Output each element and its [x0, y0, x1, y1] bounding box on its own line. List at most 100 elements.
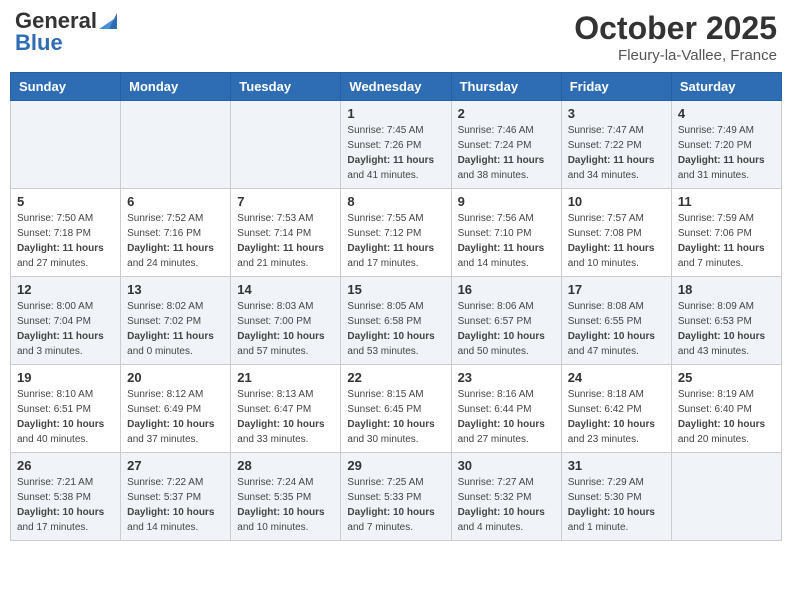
day-info: Sunrise: 7:47 AMSunset: 7:22 PMDaylight:…: [568, 123, 665, 183]
day-info: Sunrise: 8:06 AMSunset: 6:57 PMDaylight:…: [458, 299, 555, 359]
title-area: October 2025 Fleury-la-Vallee, France: [574, 10, 777, 64]
day-number: 6: [127, 194, 224, 209]
day-info: Sunrise: 8:12 AMSunset: 6:49 PMDaylight:…: [127, 387, 224, 447]
day-info: Sunrise: 7:21 AMSunset: 5:38 PMDaylight:…: [17, 475, 114, 535]
day-info: Sunrise: 7:25 AMSunset: 5:33 PMDaylight:…: [347, 475, 444, 535]
day-number: 17: [568, 282, 665, 297]
calendar-cell: 26 Sunrise: 7:21 AMSunset: 5:38 PMDayligh…: [11, 453, 121, 541]
calendar-cell: 9Sunrise: 7:56 AMSunset: 7:10 PMDaylight…: [451, 189, 561, 277]
day-info: Sunrise: 8:03 AMSunset: 7:00 PMDaylight:…: [237, 299, 334, 359]
logo-bird-icon: [99, 9, 117, 29]
day-number: 4: [678, 106, 775, 121]
calendar-cell: 22Sunrise: 8:15 AMSunset: 6:45 PMDayligh…: [341, 365, 451, 453]
calendar-cell: 14 Sunrise: 8:03 AMSunset: 7:00 PMDayligh…: [231, 277, 341, 365]
calendar-cell: [231, 101, 341, 189]
calendar-cell: 27 Sunrise: 7:22 AMSunset: 5:37 PMDayligh…: [121, 453, 231, 541]
day-number: 11: [678, 194, 775, 209]
calendar-cell: 10 Sunrise: 7:57 AMSunset: 7:08 PMDayligh…: [561, 189, 671, 277]
day-info: Sunrise: 8:15 AMSunset: 6:45 PMDaylight:…: [347, 387, 444, 447]
calendar-cell: 13 Sunrise: 8:02 AMSunset: 7:02 PMDayligh…: [121, 277, 231, 365]
calendar-cell: 12 Sunrise: 8:00 AMSunset: 7:04 PMDayligh…: [11, 277, 121, 365]
day-number: 30: [458, 458, 555, 473]
calendar-table: SundayMondayTuesdayWednesdayThursdayFrid…: [10, 72, 782, 541]
logo-general-text: General: [15, 10, 97, 32]
day-info: Sunrise: 8:19 AMSunset: 6:40 PMDaylight:…: [678, 387, 775, 447]
calendar-cell: [11, 101, 121, 189]
day-number: 27: [127, 458, 224, 473]
day-info: Sunrise: 7:24 AMSunset: 5:35 PMDaylight:…: [237, 475, 334, 535]
calendar-cell: 28 Sunrise: 7:24 AMSunset: 5:35 PMDayligh…: [231, 453, 341, 541]
calendar-cell: 17Sunrise: 8:08 AMSunset: 6:55 PMDayligh…: [561, 277, 671, 365]
weekday-header-sunday: Sunday: [11, 73, 121, 101]
calendar-cell: 21 Sunrise: 8:13 AMSunset: 6:47 PMDayligh…: [231, 365, 341, 453]
day-number: 10: [568, 194, 665, 209]
calendar-week-row: 1 Sunrise: 7:45 AMSunset: 7:26 PMDaylight…: [11, 101, 782, 189]
day-info: Sunrise: 7:50 AMSunset: 7:18 PMDaylight:…: [17, 211, 114, 271]
calendar-cell: 2Sunrise: 7:46 AMSunset: 7:24 PMDaylight…: [451, 101, 561, 189]
calendar-cell: 23 Sunrise: 8:16 AMSunset: 6:44 PMDayligh…: [451, 365, 561, 453]
calendar-week-row: 12 Sunrise: 8:00 AMSunset: 7:04 PMDayligh…: [11, 277, 782, 365]
calendar-cell: 16Sunrise: 8:06 AMSunset: 6:57 PMDayligh…: [451, 277, 561, 365]
day-number: 31: [568, 458, 665, 473]
calendar-cell: 11Sunrise: 7:59 AMSunset: 7:06 PMDayligh…: [671, 189, 781, 277]
calendar-cell: [121, 101, 231, 189]
day-info: Sunrise: 7:55 AMSunset: 7:12 PMDaylight:…: [347, 211, 444, 271]
day-info: Sunrise: 8:02 AMSunset: 7:02 PMDaylight:…: [127, 299, 224, 359]
calendar-cell: [671, 453, 781, 541]
day-number: 21: [237, 370, 334, 385]
calendar-cell: 1 Sunrise: 7:45 AMSunset: 7:26 PMDaylight…: [341, 101, 451, 189]
day-number: 26: [17, 458, 114, 473]
day-number: 19: [17, 370, 114, 385]
day-number: 13: [127, 282, 224, 297]
calendar-week-row: 5 Sunrise: 7:50 AMSunset: 7:18 PMDaylight…: [11, 189, 782, 277]
calendar-cell: 6 Sunrise: 7:52 AMSunset: 7:16 PMDaylight…: [121, 189, 231, 277]
calendar-cell: 7Sunrise: 7:53 AMSunset: 7:14 PMDaylight…: [231, 189, 341, 277]
calendar-cell: 29 Sunrise: 7:25 AMSunset: 5:33 PMDayligh…: [341, 453, 451, 541]
calendar-cell: 19Sunrise: 8:10 AMSunset: 6:51 PMDayligh…: [11, 365, 121, 453]
day-number: 3: [568, 106, 665, 121]
day-number: 1: [347, 106, 444, 121]
day-info: Sunrise: 7:22 AMSunset: 5:37 PMDaylight:…: [127, 475, 224, 535]
day-info: Sunrise: 7:52 AMSunset: 7:16 PMDaylight:…: [127, 211, 224, 271]
day-number: 5: [17, 194, 114, 209]
day-info: Sunrise: 8:16 AMSunset: 6:44 PMDaylight:…: [458, 387, 555, 447]
day-number: 12: [17, 282, 114, 297]
day-number: 15: [347, 282, 444, 297]
day-info: Sunrise: 8:13 AMSunset: 6:47 PMDaylight:…: [237, 387, 334, 447]
day-number: 23: [458, 370, 555, 385]
day-number: 9: [458, 194, 555, 209]
page-header: General Blue October 2025 Fleury-la-Vall…: [10, 10, 782, 64]
day-info: Sunrise: 7:57 AMSunset: 7:08 PMDaylight:…: [568, 211, 665, 271]
day-number: 7: [237, 194, 334, 209]
calendar-cell: 18 Sunrise: 8:09 AMSunset: 6:53 PMDayligh…: [671, 277, 781, 365]
calendar-cell: 4 Sunrise: 7:49 AMSunset: 7:20 PMDaylight…: [671, 101, 781, 189]
day-info: Sunrise: 8:05 AMSunset: 6:58 PMDaylight:…: [347, 299, 444, 359]
day-info: Sunrise: 7:49 AMSunset: 7:20 PMDaylight:…: [678, 123, 775, 183]
calendar-cell: 5 Sunrise: 7:50 AMSunset: 7:18 PMDaylight…: [11, 189, 121, 277]
calendar-cell: 31 Sunrise: 7:29 AMSunset: 5:30 PMDayligh…: [561, 453, 671, 541]
day-number: 20: [127, 370, 224, 385]
calendar-week-row: 19Sunrise: 8:10 AMSunset: 6:51 PMDayligh…: [11, 365, 782, 453]
weekday-header-tuesday: Tuesday: [231, 73, 341, 101]
weekday-header-friday: Friday: [561, 73, 671, 101]
day-info: Sunrise: 8:09 AMSunset: 6:53 PMDaylight:…: [678, 299, 775, 359]
day-info: Sunrise: 7:45 AMSunset: 7:26 PMDaylight:…: [347, 123, 444, 183]
day-number: 14: [237, 282, 334, 297]
weekday-header-monday: Monday: [121, 73, 231, 101]
calendar-cell: 8 Sunrise: 7:55 AMSunset: 7:12 PMDaylight…: [341, 189, 451, 277]
calendar-cell: 3 Sunrise: 7:47 AMSunset: 7:22 PMDaylight…: [561, 101, 671, 189]
day-info: Sunrise: 7:46 AMSunset: 7:24 PMDaylight:…: [458, 123, 555, 183]
weekday-header-thursday: Thursday: [451, 73, 561, 101]
day-number: 18: [678, 282, 775, 297]
day-info: Sunrise: 8:00 AMSunset: 7:04 PMDaylight:…: [17, 299, 114, 359]
calendar-cell: 20 Sunrise: 8:12 AMSunset: 6:49 PMDayligh…: [121, 365, 231, 453]
weekday-header-saturday: Saturday: [671, 73, 781, 101]
day-info: Sunrise: 7:29 AMSunset: 5:30 PMDaylight:…: [568, 475, 665, 535]
day-number: 8: [347, 194, 444, 209]
calendar-cell: 30Sunrise: 7:27 AMSunset: 5:32 PMDayligh…: [451, 453, 561, 541]
logo: General Blue: [15, 10, 117, 54]
day-number: 28: [237, 458, 334, 473]
logo-blue-text: Blue: [15, 32, 63, 54]
calendar-cell: 25Sunrise: 8:19 AMSunset: 6:40 PMDayligh…: [671, 365, 781, 453]
day-number: 29: [347, 458, 444, 473]
